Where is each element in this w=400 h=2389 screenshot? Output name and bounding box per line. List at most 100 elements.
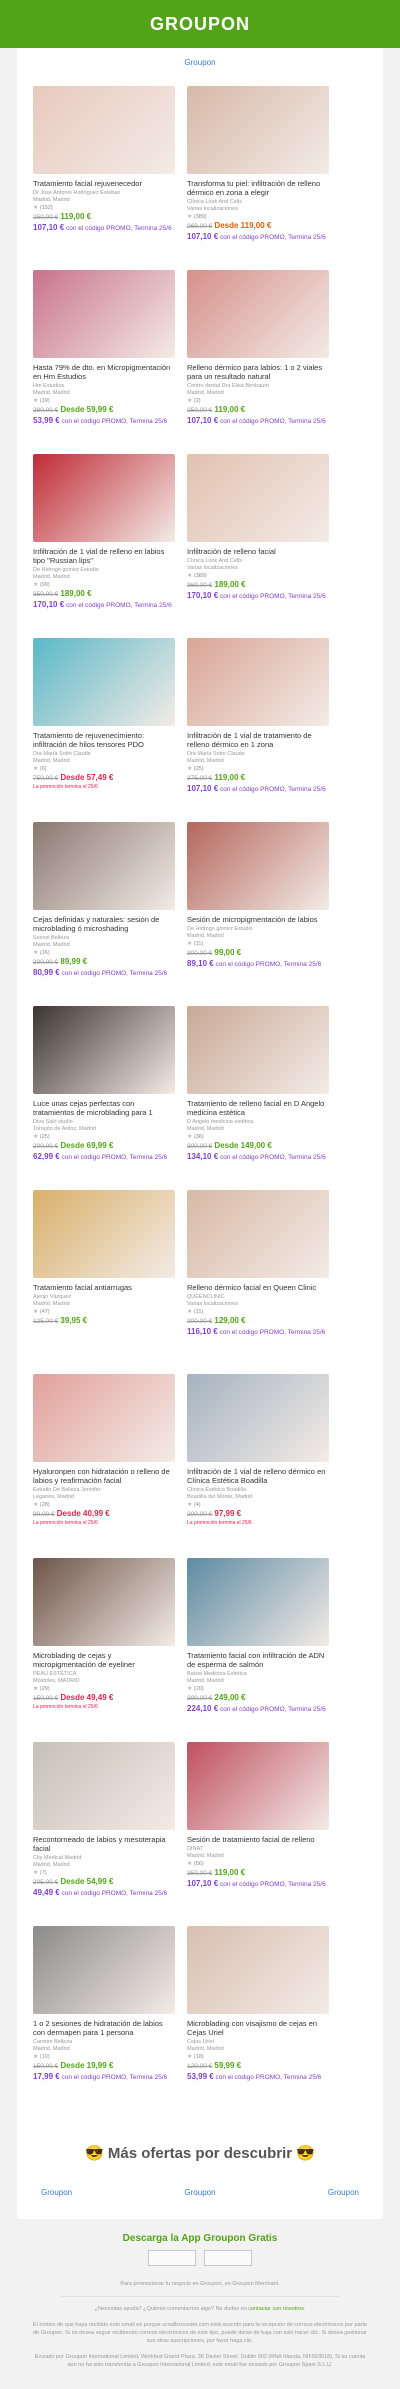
- deal-image[interactable]: [33, 1190, 175, 1278]
- deal-card[interactable]: Hasta 79% de dto. en Micropigmentación e…: [33, 270, 175, 454]
- deal-title[interactable]: Tratamiento facial antiarrugas: [33, 1283, 175, 1292]
- star-icon: ★: [33, 1134, 39, 1140]
- deal-image[interactable]: [33, 270, 175, 358]
- deal-merchant: Estudio De Belleza Jennifer: [33, 1487, 101, 1493]
- deal-card[interactable]: Tratamiento facial antiarrugas Ajenjo Váz…: [33, 1190, 175, 1374]
- deal-title[interactable]: Cejas definidas y naturales: sesión de m…: [33, 915, 175, 933]
- deal-price: Desde 54,99 €: [60, 1877, 114, 1886]
- deal-card[interactable]: Sesión de micropigmentación de labios De …: [187, 822, 329, 1006]
- deal-image[interactable]: [187, 1006, 329, 1094]
- deal-card[interactable]: Cejas definidas y naturales: sesión de m…: [33, 822, 175, 1006]
- banner-1[interactable]: Groupon: [41, 2188, 72, 2197]
- deal-rating: ★ (16): [33, 949, 175, 957]
- deal-title[interactable]: Recontorneado de labios y mesoterapia fa…: [33, 1835, 175, 1853]
- deal-image[interactable]: [33, 1006, 175, 1094]
- deal-image[interactable]: [33, 454, 175, 542]
- deal-image[interactable]: [187, 1558, 329, 1646]
- deal-image[interactable]: [187, 454, 329, 542]
- deal-title[interactable]: Tratamiento facial rejuvenecedor: [33, 179, 175, 188]
- groupon-logo[interactable]: GROUPON: [150, 14, 250, 35]
- deal-title[interactable]: Hyaluronpen con hidratación o relleno de…: [33, 1467, 175, 1485]
- deal-prices: 200,00 € 97,99 €: [187, 1509, 329, 1520]
- deal-card[interactable]: Tratamiento de rejuvenecimiento: infiltr…: [33, 638, 175, 822]
- deal-image[interactable]: [187, 1374, 329, 1462]
- deal-image[interactable]: [33, 86, 175, 174]
- deal-merchant: City Medical Madrid: [33, 1855, 82, 1861]
- deal-title[interactable]: Infiltración de 1 vial de relleno en lab…: [33, 547, 175, 565]
- deal-card[interactable]: Microblading con visajismo de cejas en C…: [187, 1926, 329, 2110]
- deal-title[interactable]: Infiltración de relleno facial: [187, 547, 329, 556]
- deal-image[interactable]: [33, 822, 175, 910]
- deal-card[interactable]: Microblading de cejas y micropigmentació…: [33, 1558, 175, 1742]
- deal-title[interactable]: Infiltración de 1 vial de relleno dérmic…: [187, 1467, 329, 1485]
- deal-image[interactable]: [33, 1374, 175, 1462]
- review-count: (99): [39, 582, 50, 588]
- more-offers-heading[interactable]: 😎 Más ofertas por descubrir 😎: [33, 2144, 367, 2162]
- deal-merchant: Dra María Sotto Claude: [187, 751, 245, 757]
- review-count: (11): [193, 1309, 204, 1315]
- hero-image[interactable]: Groupon: [33, 58, 367, 78]
- deal-card[interactable]: 1 o 2 sesiones de hidratación de labios …: [33, 1926, 175, 2110]
- deal-title[interactable]: 1 o 2 sesiones de hidratación de labios …: [33, 2019, 175, 2037]
- contact-link[interactable]: contactar con nosotros: [248, 2306, 304, 2312]
- star-icon: ★: [33, 1309, 39, 1315]
- banner-2[interactable]: Groupon: [184, 2188, 215, 2197]
- original-price: 205,00 €: [33, 1879, 59, 1886]
- deal-title[interactable]: Sesión de tratamiento facial de relleno: [187, 1835, 329, 1844]
- deal-card[interactable]: Transforma tu piel: infiltración de rell…: [187, 86, 329, 270]
- promo-price: 107,10 €: [187, 784, 219, 793]
- deal-card[interactable]: Infiltración de relleno facial Clínica Lo…: [187, 454, 329, 638]
- deal-card[interactable]: Hyaluronpen con hidratación o relleno de…: [33, 1374, 175, 1558]
- deal-title[interactable]: Tratamiento de relleno facial en D Angel…: [187, 1099, 329, 1117]
- deal-card[interactable]: Tratamiento facial con infiltración de A…: [187, 1558, 329, 1742]
- deal-prices: 369,00 € 189,00 €: [187, 580, 329, 591]
- deal-card[interactable]: Recontorneado de labios y mesoterapia fa…: [33, 1742, 175, 1926]
- deal-card[interactable]: Tratamiento de relleno facial en D Angel…: [187, 1006, 329, 1190]
- google-play-badge[interactable]: [204, 2250, 252, 2266]
- deal-image[interactable]: [33, 1742, 175, 1830]
- original-price: 269,00 €: [187, 223, 213, 230]
- deal-image[interactable]: [33, 638, 175, 726]
- deal-title[interactable]: Sesión de micropigmentación de labios: [187, 915, 329, 924]
- deal-title[interactable]: Microblading de cejas y micropigmentació…: [33, 1651, 175, 1669]
- deal-card[interactable]: Tratamiento facial rejuvenecedor Dr José …: [33, 86, 175, 270]
- deal-image[interactable]: [187, 1926, 329, 2014]
- deal-image[interactable]: [187, 1190, 329, 1278]
- deal-image[interactable]: [187, 270, 329, 358]
- deal-title[interactable]: Microblading con visajismo de cejas en C…: [187, 2019, 329, 2037]
- deal-rating: ★ (47): [33, 1308, 175, 1316]
- deal-image[interactable]: [187, 1742, 329, 1830]
- deal-rating: ★ (11): [187, 940, 329, 948]
- deal-card[interactable]: Relleno dérmico para labios: 1 o 2 viale…: [187, 270, 329, 454]
- review-count: (11): [193, 941, 204, 947]
- deal-image[interactable]: [33, 1558, 175, 1646]
- deal-card[interactable]: Infiltración de 1 vial de relleno en lab…: [33, 454, 175, 638]
- deal-image[interactable]: [33, 1926, 175, 2014]
- deal-card[interactable]: Infiltración de 1 vial de relleno dérmic…: [187, 1374, 329, 1558]
- deal-card[interactable]: Infiltración de 1 vial de tratamiento de…: [187, 638, 329, 822]
- deal-location: Madrid, Madrid: [187, 1853, 224, 1859]
- deal-image[interactable]: [187, 86, 329, 174]
- original-price: 750,00 €: [33, 775, 59, 782]
- app-store-badge[interactable]: [148, 2250, 196, 2266]
- deal-merchant: De Hidrogo gomez Estudio: [187, 926, 253, 932]
- deal-card[interactable]: Sesión de tratamiento facial de relleno D…: [187, 1742, 329, 1926]
- deal-image[interactable]: [187, 822, 329, 910]
- deal-card[interactable]: Relleno dérmico facial en Queen Clinic QU…: [187, 1190, 329, 1374]
- deal-title[interactable]: Hasta 79% de dto. en Micropigmentación e…: [33, 363, 175, 381]
- deal-title[interactable]: Relleno dérmico para labios: 1 o 2 viale…: [187, 363, 329, 381]
- deal-title[interactable]: Tratamiento facial con infiltración de A…: [187, 1651, 329, 1669]
- deal-title[interactable]: Relleno dérmico facial en Queen Clinic: [187, 1283, 329, 1292]
- app-download-title[interactable]: Descarga la App Groupon Gratis: [0, 2233, 400, 2244]
- review-count: (389): [193, 573, 207, 579]
- deal-card[interactable]: Luce unas cejas perfectas con tratamient…: [33, 1006, 175, 1190]
- original-price: 150,00 €: [33, 2063, 59, 2070]
- deal-title[interactable]: Luce unas cejas perfectas con tratamient…: [33, 1099, 175, 1117]
- deal-title[interactable]: Transforma tu piel: infiltración de rell…: [187, 179, 329, 197]
- original-price: 280,00 €: [33, 407, 59, 414]
- deal-image[interactable]: [187, 638, 329, 726]
- banner-3[interactable]: Groupon: [328, 2188, 359, 2197]
- sunglasses-emoji-icon: 😎: [85, 2145, 104, 2162]
- deal-title[interactable]: Infiltración de 1 vial de tratamiento de…: [187, 731, 329, 749]
- deal-title[interactable]: Tratamiento de rejuvenecimiento: infiltr…: [33, 731, 175, 749]
